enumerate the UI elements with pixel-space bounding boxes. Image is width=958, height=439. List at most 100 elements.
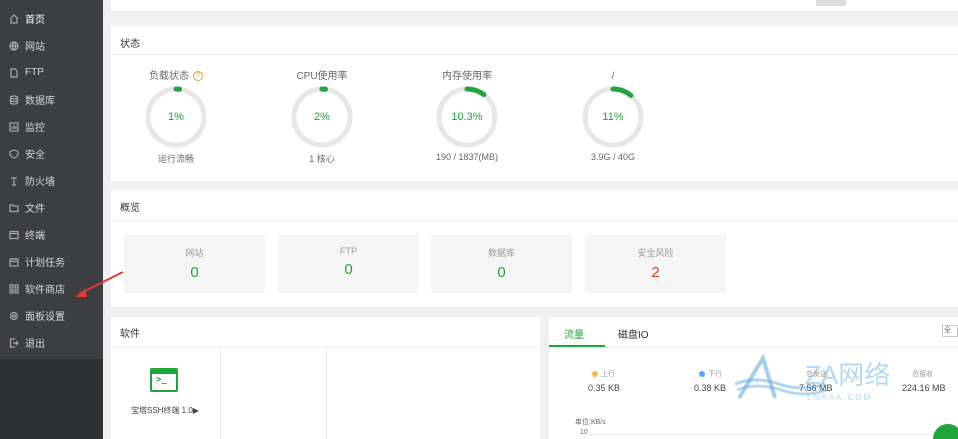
sidebar-item-database[interactable]: 数据库 — [0, 86, 103, 113]
sidebar-item-label: 文件 — [25, 204, 45, 215]
disk-gauge[interactable]: / 11% 3.9G / 40G — [568, 70, 658, 162]
gauge-subtext: 3.9G / 40G — [590, 152, 636, 162]
software-name: 宝塔SSH终端 1.0▶ — [131, 406, 199, 415]
status-title: 状态 — [120, 39, 140, 50]
grid-icon — [9, 283, 19, 294]
sidebar-nav: 首页 网站 FTP 数据库 监控 安全 防火墙 文件 终端 计划任务 软件商店 … — [0, 0, 103, 359]
sidebar-item-label: 计划任务 — [25, 258, 65, 269]
gauge-label: / — [611, 71, 615, 82]
sidebar-item-label: 网站 — [25, 42, 45, 53]
sidebar-item-label: 终端 — [25, 231, 45, 242]
download-value: 0.38 KB — [694, 383, 727, 393]
cpu-gauge[interactable]: CPU使用率 2% 1 核心 — [277, 70, 367, 165]
overview-card-ftp[interactable]: FTP 0 — [278, 234, 419, 293]
sidebar-item-logout[interactable]: 退出 — [0, 329, 103, 356]
terminal-icon — [9, 230, 19, 240]
upload-dot — [592, 371, 598, 378]
gauge-value: 11% — [602, 111, 624, 123]
monitor-icon — [9, 121, 19, 132]
annotation-arrow-icon — [75, 271, 124, 297]
sidebar-item-label: 首页 — [25, 15, 45, 26]
software-slot-empty — [221, 348, 327, 439]
overview-value: 0 — [190, 264, 199, 281]
tab-traffic[interactable]: 流量 — [564, 326, 584, 341]
overview-card-website[interactable]: 网站 0 — [124, 234, 265, 293]
upload-label: 上行 — [601, 371, 615, 378]
sidebar-item-firewall[interactable]: 防火墙 — [0, 167, 103, 194]
upload-value: 0.35 KB — [588, 383, 621, 393]
top-info-strip — [111, 0, 958, 11]
overview-value: 2 — [651, 264, 660, 281]
gauge-value: 1% — [168, 111, 184, 123]
sidebar-item-label: 监控 — [25, 123, 45, 134]
overview-label: 网站 — [185, 248, 204, 258]
gauge-label: 内存使用率 — [442, 71, 492, 82]
status-panel: 状态 负载状态? 1% 运行流畅 CPU使用率 2% 1 核心 内存使用率 10… — [111, 26, 958, 181]
sidebar-item-label: 面板设置 — [25, 312, 65, 323]
update-button[interactable] — [816, 0, 846, 6]
sidebar-item-files[interactable]: 文件 — [0, 194, 103, 221]
memory-gauge[interactable]: 内存使用率 10.3% 190 / 1837(MB) — [422, 70, 512, 162]
overview-label: 安全风险 — [637, 248, 674, 258]
sidebar-item-ftp[interactable]: FTP — [0, 59, 103, 86]
download-label: 下行 — [708, 371, 722, 378]
firewall-icon — [9, 176, 19, 186]
chart-y-tick: 10 — [580, 429, 588, 436]
overview-card-database[interactable]: 数据库 0 — [431, 234, 572, 293]
gauge-subtext: 190 / 1837(MB) — [435, 152, 499, 162]
sidebar-item-settings[interactable]: 面板设置 — [0, 302, 103, 329]
software-item-ssh[interactable]: >_ 宝塔SSH终端 1.0▶ — [111, 348, 221, 439]
globe-icon — [9, 40, 19, 51]
sidebar-item-terminal[interactable]: 终端 — [0, 221, 103, 248]
home-icon — [9, 13, 19, 24]
overview-label: FTP — [340, 246, 357, 256]
overview-value: 0 — [344, 261, 353, 278]
download-dot — [699, 371, 705, 378]
overview-title: 概览 — [120, 203, 140, 214]
gauge-value: 2% — [314, 111, 330, 123]
range-select[interactable]: 全部 — [942, 325, 958, 337]
sidebar-item-label: 软件商店 — [25, 285, 65, 296]
terminal-icon: >_ — [150, 368, 178, 392]
divider — [111, 54, 958, 55]
sidebar-item-label: 安全 — [25, 150, 45, 161]
watermark-logo-icon: ZA网络 LNAAA.COM — [735, 354, 890, 402]
sidebar-item-security[interactable]: 安全 — [0, 140, 103, 167]
sidebar-item-label: 退出 — [25, 339, 45, 350]
help-icon[interactable]: ? — [193, 71, 203, 82]
database-icon — [9, 94, 19, 105]
ftp-icon — [9, 67, 19, 78]
divider — [549, 347, 958, 348]
gauge-value: 10.3% — [451, 111, 483, 123]
download-legend: 下行 — [699, 369, 722, 379]
logout-icon — [9, 337, 19, 348]
calendar-icon — [9, 257, 19, 267]
overview-value: 0 — [497, 264, 506, 281]
chart-unit: 单位:KB/s — [575, 419, 606, 426]
sidebar-item-label: 数据库 — [25, 96, 55, 107]
chart-gridline — [590, 434, 950, 435]
sidebar: 首页 网站 FTP 数据库 监控 安全 防火墙 文件 终端 计划任务 软件商店 … — [0, 0, 103, 439]
upload-legend: 上行 — [592, 369, 615, 379]
overview-card-security-risk[interactable]: 安全风险 2 — [585, 234, 726, 293]
gauge-subtext: 1 核心 — [309, 154, 335, 164]
sidebar-item-website[interactable]: 网站 — [0, 32, 103, 59]
sidebar-item-label: FTP — [25, 67, 44, 78]
software-title: 软件 — [120, 329, 140, 340]
sidebar-item-label: 防火墙 — [25, 177, 55, 188]
svg-text:LNAAA.COM: LNAAA.COM — [807, 393, 872, 402]
sidebar-item-home[interactable]: 首页 — [0, 5, 103, 32]
gauge-label: CPU使用率 — [296, 71, 348, 82]
sidebar-item-monitor[interactable]: 监控 — [0, 113, 103, 140]
shield-icon — [9, 148, 19, 159]
gear-icon — [9, 311, 19, 321]
gauge-label: 负载状态 — [149, 71, 189, 82]
overview-label: 数据库 — [487, 248, 515, 258]
tab-disk-io[interactable]: 磁盘IO — [618, 326, 649, 341]
active-tab-indicator — [549, 345, 605, 347]
gauge-subtext: 运行流畅 — [157, 154, 194, 164]
load-gauge[interactable]: 负载状态? 1% 运行流畅 — [131, 70, 221, 165]
folder-icon — [9, 203, 19, 213]
divider — [111, 220, 958, 221]
svg-text:ZA网络: ZA网络 — [805, 360, 890, 390]
